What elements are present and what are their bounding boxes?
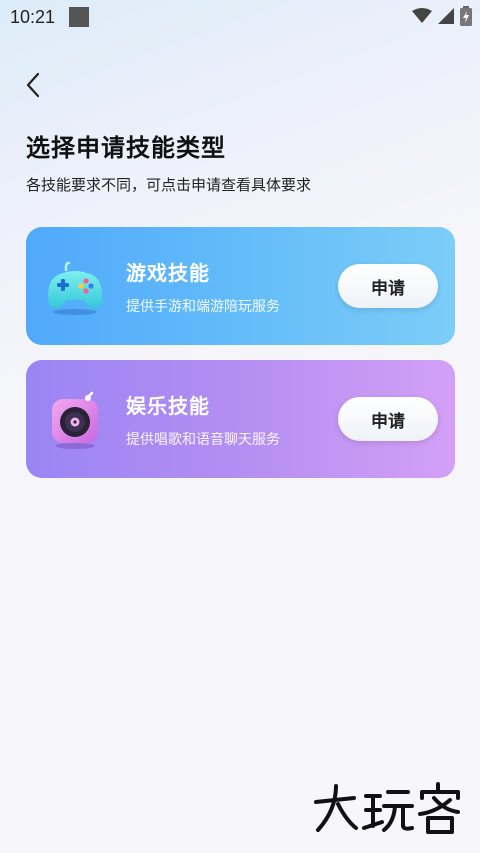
gamepad-icon: [44, 256, 106, 318]
page-title: 选择申请技能类型: [26, 134, 226, 162]
skill-card-description: 提供唱歌和语音聊天服务: [126, 432, 280, 448]
chevron-left-icon: [26, 72, 40, 98]
apply-button-game[interactable]: 申请: [338, 264, 438, 308]
page-subtitle: 各技能要求不同，可点击申请查看具体要求: [26, 176, 312, 194]
back-button[interactable]: [18, 70, 48, 100]
skill-card-entertainment[interactable]: 娱乐技能 提供唱歌和语音聊天服务 申请: [26, 360, 455, 478]
wifi-icon: [412, 8, 432, 28]
battery-charging-icon: [460, 6, 472, 30]
notification-square-icon: [69, 7, 90, 27]
watermark-logo: [312, 780, 464, 836]
status-icons: [412, 6, 472, 30]
skill-card-game[interactable]: 游戏技能 提供手游和端游陪玩服务 申请: [26, 227, 455, 345]
status-time: 10:21: [10, 6, 56, 27]
music-record-icon: [44, 389, 106, 451]
cellular-signal-icon: [438, 8, 454, 28]
apply-button-entertainment[interactable]: 申请: [338, 397, 438, 441]
skill-card-description: 提供手游和端游陪玩服务: [126, 299, 280, 315]
skill-card-title: 娱乐技能: [126, 394, 210, 418]
status-bar: 10:21: [0, 0, 480, 34]
skill-card-title: 游戏技能: [126, 261, 210, 285]
